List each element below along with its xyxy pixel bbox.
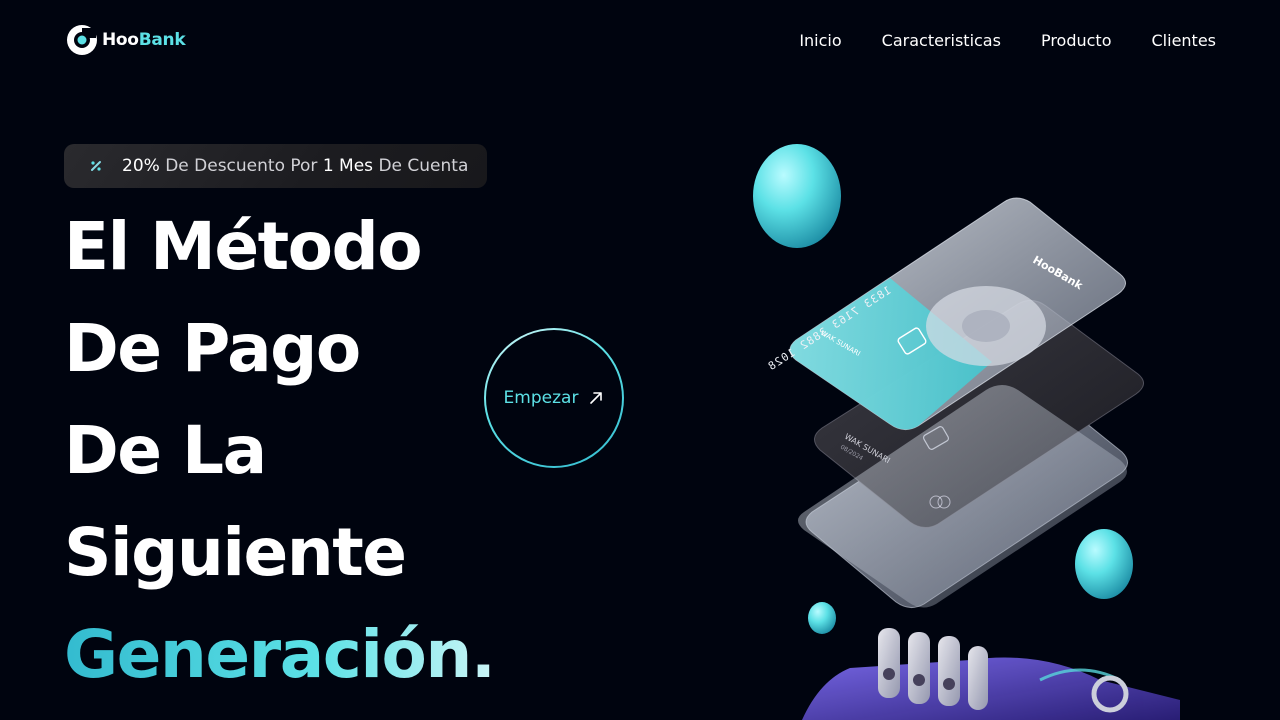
discount-badge: 20% De Descuento Por 1 Mes De Cuenta	[64, 144, 487, 188]
sphere-top	[753, 144, 841, 248]
hoobank-logo-icon	[67, 25, 97, 55]
robot-hand	[802, 628, 1180, 720]
sphere-small	[808, 602, 836, 634]
nav-links: Inicio Caracteristicas Producto Clientes	[799, 31, 1216, 50]
navbar: HooBank Inicio Caracteristicas Producto …	[66, 22, 1216, 58]
discount-icon	[86, 156, 106, 176]
nav-item-clientes[interactable]: Clientes	[1152, 31, 1217, 50]
nav-item-caracteristicas[interactable]: Caracteristicas	[882, 31, 1001, 50]
hero-line: De Pago	[64, 310, 361, 387]
hero-heading: El Método De Pago De La Siguiente Genera…	[64, 196, 524, 706]
get-started-label: Empezar	[503, 388, 579, 408]
nav-item-producto[interactable]: Producto	[1041, 31, 1112, 50]
logo-text: HooBank	[102, 30, 186, 50]
arrow-up-right-icon	[590, 392, 603, 404]
get-started-inner: Empezar	[486, 330, 622, 466]
hero-illustration: WAK SUNARI 08/2024 1833 7163 3882 1028 H…	[753, 144, 1180, 720]
hero-highlight: Generación.	[64, 604, 524, 706]
hero-line: De La	[64, 412, 267, 489]
logo[interactable]: HooBank	[66, 24, 186, 56]
nav-item-inicio[interactable]: Inicio	[799, 31, 841, 50]
hero-line: El Método	[64, 208, 423, 285]
badge-text: 20% De Descuento Por 1 Mes De Cuenta	[122, 156, 469, 176]
sphere-right	[1075, 529, 1133, 599]
hero-line: Siguiente	[64, 514, 407, 591]
get-started-button[interactable]: Empezar	[484, 328, 624, 468]
